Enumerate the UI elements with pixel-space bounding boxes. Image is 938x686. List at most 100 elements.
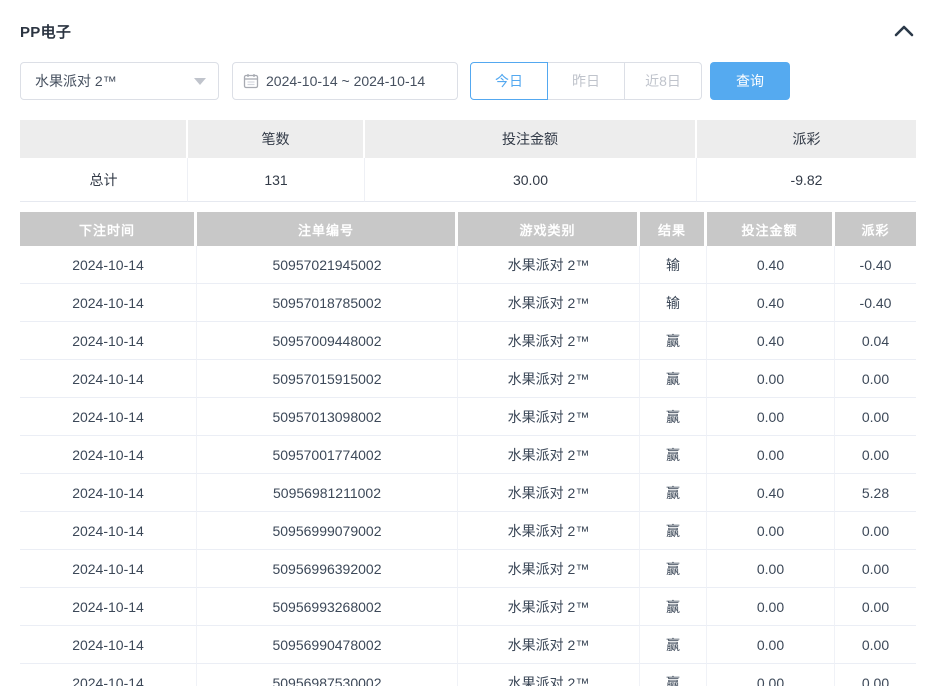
table-row: 2024-10-14 50956996392002 水果派对 2™ 赢 0.00…: [20, 550, 916, 588]
table-row: 2024-10-14 50956999079002 水果派对 2™ 赢 0.00…: [20, 512, 916, 550]
cell-bet-amount: 0.00: [707, 512, 835, 550]
cell-payout: -0.40: [835, 284, 916, 322]
table-row: 2024-10-14 50956987530002 水果派对 2™ 赢 0.00…: [20, 664, 916, 686]
calendar-icon: [243, 73, 259, 89]
cell-bet-amount: 0.00: [707, 436, 835, 474]
filter-controls: 水果派对 2™ 2024-10-14 ~ 2024-10-14 今日 昨日 近8…: [20, 62, 916, 100]
cell-bet-time: 2024-10-14: [20, 360, 197, 398]
cell-result: 赢: [640, 588, 707, 626]
col-bet-time: 下注时间: [20, 212, 197, 246]
cell-payout: 0.00: [835, 664, 916, 686]
cell-bet-id: 50957009448002: [197, 322, 458, 360]
table-row: 2024-10-14 50956993268002 水果派对 2™ 赢 0.00…: [20, 588, 916, 626]
cell-bet-id: 50957021945002: [197, 246, 458, 284]
table-row: 2024-10-14 50957015915002 水果派对 2™ 赢 0.00…: [20, 360, 916, 398]
cell-bet-amount: 0.00: [707, 550, 835, 588]
cell-bet-time: 2024-10-14: [20, 322, 197, 360]
cell-bet-id: 50956993268002: [197, 588, 458, 626]
summary-col-payout: 派彩: [697, 120, 916, 158]
summary-total-payout: -9.82: [697, 158, 916, 202]
cell-bet-id: 50957013098002: [197, 398, 458, 436]
cell-payout: 0.00: [835, 626, 916, 664]
cell-bet-time: 2024-10-14: [20, 436, 197, 474]
cell-game-type: 水果派对 2™: [458, 550, 640, 588]
cell-bet-time: 2024-10-14: [20, 664, 197, 686]
cell-result: 输: [640, 284, 707, 322]
bets-table: 下注时间 注单编号 游戏类别 结果 投注金额 派彩 2024-10-14 509…: [20, 212, 916, 686]
cell-bet-time: 2024-10-14: [20, 588, 197, 626]
cell-bet-time: 2024-10-14: [20, 474, 197, 512]
table-row: 2024-10-14 50957018785002 水果派对 2™ 输 0.40…: [20, 284, 916, 322]
table-row: 2024-10-14 50956990478002 水果派对 2™ 赢 0.00…: [20, 626, 916, 664]
cell-payout: 0.04: [835, 322, 916, 360]
cell-game-type: 水果派对 2™: [458, 664, 640, 686]
cell-bet-time: 2024-10-14: [20, 626, 197, 664]
table-row: 2024-10-14 50957001774002 水果派对 2™ 赢 0.00…: [20, 436, 916, 474]
shortcut-last8days-button[interactable]: 近8日: [624, 62, 702, 100]
summary-total-row: 总计 131 30.00 -9.82: [20, 158, 916, 202]
cell-bet-amount: 0.00: [707, 626, 835, 664]
cell-payout: 0.00: [835, 588, 916, 626]
date-shortcut-group: 今日 昨日 近8日: [470, 62, 702, 100]
cell-bet-id: 50956996392002: [197, 550, 458, 588]
cell-bet-id: 50957001774002: [197, 436, 458, 474]
shortcut-today-button[interactable]: 今日: [470, 62, 548, 100]
game-select[interactable]: 水果派对 2™: [20, 62, 219, 100]
summary-col-count: 笔数: [188, 120, 365, 158]
cell-game-type: 水果派对 2™: [458, 626, 640, 664]
summary-table: 笔数 投注金额 派彩 总计 131 30.00 -9.82: [20, 120, 916, 202]
cell-result: 输: [640, 246, 707, 284]
cell-game-type: 水果派对 2™: [458, 512, 640, 550]
summary-total-label: 总计: [20, 158, 188, 202]
cell-result: 赢: [640, 322, 707, 360]
cell-game-type: 水果派对 2™: [458, 322, 640, 360]
summary-total-count: 131: [188, 158, 365, 202]
cell-bet-amount: 0.40: [707, 284, 835, 322]
summary-header-row: 笔数 投注金额 派彩: [20, 120, 916, 158]
cell-game-type: 水果派对 2™: [458, 246, 640, 284]
cell-payout: -0.40: [835, 246, 916, 284]
cell-result: 赢: [640, 398, 707, 436]
shortcut-yesterday-button[interactable]: 昨日: [547, 62, 625, 100]
cell-payout: 5.28: [835, 474, 916, 512]
page-title: PP电子: [20, 21, 71, 42]
summary-col-bet-amount: 投注金额: [365, 120, 697, 158]
col-game-type: 游戏类别: [458, 212, 640, 246]
cell-result: 赢: [640, 664, 707, 686]
cell-bet-time: 2024-10-14: [20, 512, 197, 550]
cell-bet-id: 50957018785002: [197, 284, 458, 322]
chevron-up-icon: [894, 25, 914, 37]
table-row: 2024-10-14 50957009448002 水果派对 2™ 赢 0.40…: [20, 322, 916, 360]
cell-payout: 0.00: [835, 360, 916, 398]
bets-header-row: 下注时间 注单编号 游戏类别 结果 投注金额 派彩: [20, 212, 916, 246]
cell-bet-id: 50956987530002: [197, 664, 458, 686]
cell-game-type: 水果派对 2™: [458, 436, 640, 474]
cell-game-type: 水果派对 2™: [458, 588, 640, 626]
table-row: 2024-10-14 50957013098002 水果派对 2™ 赢 0.00…: [20, 398, 916, 436]
cell-result: 赢: [640, 360, 707, 398]
cell-game-type: 水果派对 2™: [458, 398, 640, 436]
collapse-panel-button[interactable]: [892, 20, 916, 42]
cell-bet-time: 2024-10-14: [20, 284, 197, 322]
panel-header: PP电子: [20, 20, 916, 42]
date-range-picker[interactable]: 2024-10-14 ~ 2024-10-14: [232, 62, 458, 100]
cell-result: 赢: [640, 626, 707, 664]
pp-electronics-panel: PP电子 水果派对 2™: [20, 20, 916, 686]
cell-payout: 0.00: [835, 512, 916, 550]
cell-bet-amount: 0.00: [707, 588, 835, 626]
cell-bet-id: 50957015915002: [197, 360, 458, 398]
cell-result: 赢: [640, 436, 707, 474]
cell-bet-time: 2024-10-14: [20, 398, 197, 436]
query-button[interactable]: 查询: [710, 62, 790, 100]
cell-payout: 0.00: [835, 398, 916, 436]
summary-total-bet-amount: 30.00: [365, 158, 697, 202]
cell-bet-id: 50956981211002: [197, 474, 458, 512]
cell-game-type: 水果派对 2™: [458, 284, 640, 322]
cell-result: 赢: [640, 512, 707, 550]
col-bet-id: 注单编号: [197, 212, 458, 246]
cell-bet-amount: 0.40: [707, 322, 835, 360]
cell-result: 赢: [640, 474, 707, 512]
cell-payout: 0.00: [835, 550, 916, 588]
summary-col-blank: [20, 120, 188, 158]
cell-bet-amount: 0.40: [707, 474, 835, 512]
